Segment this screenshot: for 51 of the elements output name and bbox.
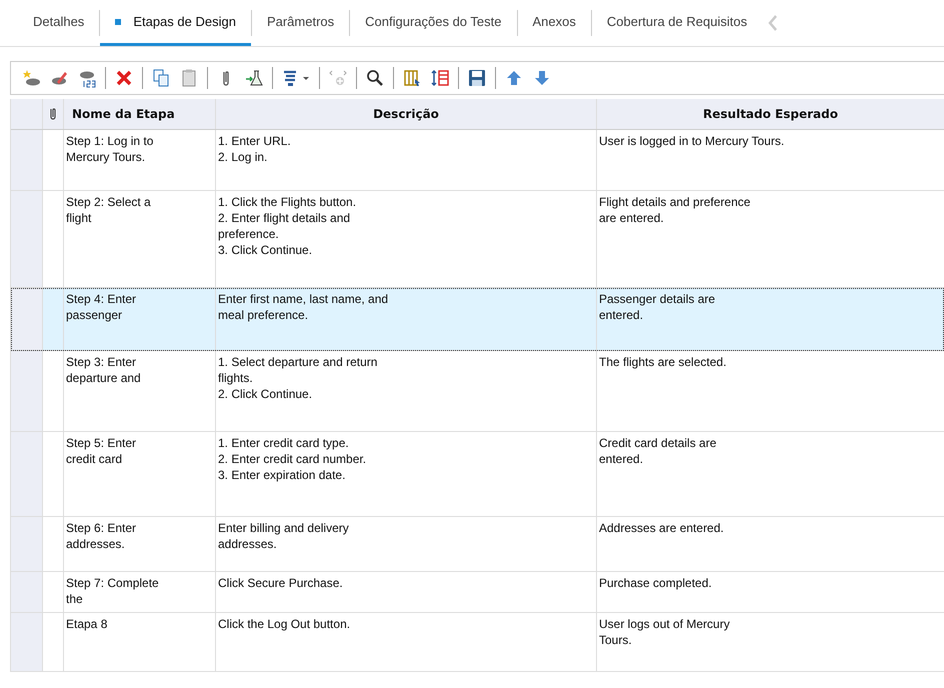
table-cell: Passenger details are entered. [599, 291, 716, 323]
table-cell: Flight details and preference are entered. [599, 194, 750, 226]
tab[interactable]: Cobertura de Requisitos [592, 0, 762, 46]
table-row[interactable]: Step 1: Log in to Mercury Tours. 1. Enter URL. 2. Log in. User is logged in to Mercury Tours. [11, 130, 944, 191]
table-cell: Step 6: Enter addresses. [66, 520, 136, 552]
row-height-icon[interactable] [430, 68, 450, 88]
table-row[interactable]: Step 4: Enter passenger Enter first name, last name, and meal preference. Passenger details are entered. [11, 288, 944, 351]
table-row[interactable]: Etapa 8 Click the Log Out button. User logs out of Mercury Tours. [11, 613, 944, 672]
table-cell: 1. Click the Flights button. 2. Enter flight details and preference. 3. Click Continue. [218, 194, 356, 258]
column-header[interactable]: Resultado Esperado [597, 99, 944, 129]
save-icon[interactable] [467, 68, 487, 88]
table-cell: Click the Log Out button. [218, 616, 350, 632]
new-step-icon[interactable] [21, 68, 41, 88]
table-row[interactable]: Step 7: Complete the Click Secure Purchase. Purchase completed. [11, 572, 944, 613]
copy-icon[interactable] [151, 68, 171, 88]
table-cell: 1. Select departure and return flights. 2. Click Continue. [218, 354, 378, 402]
table-cell: Step 1: Log in to Mercury Tours. [66, 133, 154, 165]
table-cell: The flights are selected. [599, 354, 726, 370]
tab[interactable]: Parâmetros [252, 0, 350, 46]
table-row[interactable]: Step 5: Enter credit card 1. Enter credit card type. 2. Enter credit card number. 3. Enter expiration date. Credit card details are entered. [11, 432, 944, 517]
paperclip-icon [49, 107, 57, 121]
table-cell: Etapa 8 [66, 616, 108, 632]
tab[interactable]: Anexos [518, 0, 591, 46]
table-cell: User is logged in to Mercury Tours. [599, 133, 784, 149]
table-cell: Step 2: Select a flight [66, 194, 151, 226]
table-cell: Purchase completed. [599, 575, 712, 591]
table-cell: Credit card details are entered. [599, 435, 716, 467]
table-cell: 1. Enter URL. 2. Log in. [218, 133, 291, 165]
tab[interactable]: Etapas de Design [100, 0, 251, 46]
table-cell: Addresses are entered. [599, 520, 724, 536]
table-cell: User logs out of Mercury Tours. [599, 616, 730, 648]
table-cell: Step 4: Enter passenger [66, 291, 136, 323]
column-header[interactable]: Nome da Etapa [64, 99, 216, 129]
table-row[interactable]: Step 3: Enter departure and 1. Select departure and return flights. 2. Click Continue. The flights are selected. [11, 351, 944, 432]
search-icon[interactable] [365, 68, 385, 88]
table-cell: 1. Enter credit card type. 2. Enter credit card number. 3. Enter expiration date. [218, 435, 366, 483]
table-cell: Step 3: Enter departure and [66, 354, 141, 386]
table-cell: Click Secure Purchase. [218, 575, 343, 591]
tab[interactable]: Detalhes [18, 0, 100, 46]
table-cell: Step 5: Enter credit card [66, 435, 136, 467]
table-row[interactable]: Step 6: Enter addresses. Enter billing and delivery addresses. Addresses are entered. [11, 517, 944, 572]
tab[interactable]: Configurações do Teste [350, 0, 516, 46]
column-header[interactable]: Descrição [216, 99, 597, 129]
table-cell: Step 7: Complete the [66, 575, 159, 607]
delete-icon[interactable] [114, 68, 134, 88]
columns-icon[interactable] [402, 68, 422, 88]
table-cell: Enter first name, last name, and meal preference. [218, 291, 388, 323]
row-header[interactable] [11, 288, 43, 350]
stack-dropdown-icon[interactable] [281, 68, 311, 88]
table-cell: Enter billing and delivery addresses. [218, 520, 349, 552]
flask-icon[interactable] [244, 68, 264, 88]
